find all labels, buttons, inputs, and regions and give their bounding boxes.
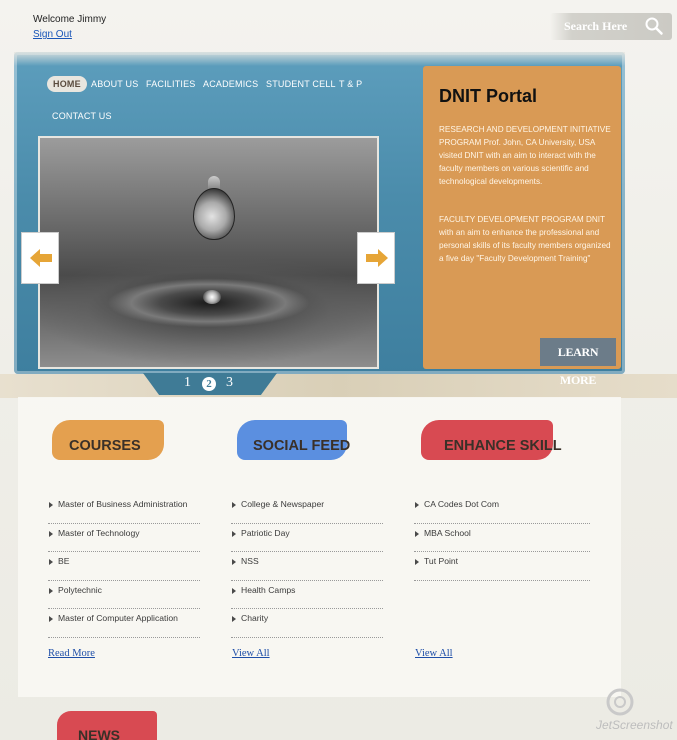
nav-student-cell[interactable]: STUDENT CELL — [266, 79, 336, 89]
slider-image — [38, 136, 379, 369]
learn-more-button[interactable]: LEARN MORE — [540, 338, 616, 387]
welcome-text: Welcome Jimmy — [33, 14, 107, 25]
slider-next-button[interactable] — [357, 232, 395, 284]
portal-paragraph-research: RESEARCH AND DEVELOPMENT INITIATIVE PROG… — [439, 125, 611, 186]
list-item[interactable]: CA Codes Dot Com — [414, 495, 590, 524]
nav-facilities[interactable]: FACILITIES — [146, 79, 196, 89]
list-item[interactable]: BE — [48, 552, 200, 581]
portal-paragraph-faculty: FACULTY DEVELOPMENT PROGRAM DNIT with an… — [439, 215, 611, 263]
courses-list: Master of Business Administration Master… — [48, 495, 200, 638]
enhance-skill-heading: ENHANCE SKILL — [444, 438, 562, 454]
watermark-text: JetScreenshot — [596, 718, 673, 732]
social-view-all-link[interactable]: View All — [232, 648, 270, 659]
slider-prev-button[interactable] — [21, 232, 59, 284]
page: Welcome Jimmy Sign Out HOME ABOUT US FAC… — [0, 0, 677, 740]
nav-home[interactable]: HOME — [47, 76, 87, 92]
news-heading: NEWS — [78, 727, 120, 740]
nav-t-and-p[interactable]: T & P — [339, 79, 362, 89]
social-feed-heading: SOCIAL FEED — [253, 438, 351, 454]
courses-heading: COURSES — [69, 438, 141, 454]
list-item[interactable]: College & Newspaper — [231, 495, 383, 524]
arrow-right-icon — [366, 249, 388, 267]
courses-read-more-link[interactable]: Read More — [48, 648, 95, 659]
list-item[interactable]: Tut Point — [414, 552, 590, 581]
list-item[interactable]: Charity — [231, 609, 383, 638]
sign-out-link[interactable]: Sign Out — [33, 29, 72, 40]
watermark-logo-icon — [606, 688, 634, 716]
pager-item-3[interactable]: 3 — [226, 375, 233, 391]
portal-panel: DNIT Portal RESEARCH AND DEVELOPMENT INI… — [423, 66, 621, 369]
nav-academics[interactable]: ACADEMICS — [203, 79, 258, 89]
pager-item-2-current[interactable]: 2 — [202, 377, 216, 391]
search-input[interactable] — [564, 17, 646, 35]
list-item[interactable]: Health Camps — [231, 581, 383, 609]
water-splash — [203, 290, 221, 304]
list-item[interactable]: MBA School — [414, 524, 590, 552]
search-icon[interactable] — [644, 16, 664, 36]
social-feed-list: College & Newspaper Patriotic Day NSS He… — [231, 495, 383, 638]
slider-pager: 1 2 3 — [143, 373, 277, 395]
arrow-left-icon — [30, 249, 52, 267]
list-item[interactable]: Master of Technology — [48, 524, 200, 552]
list-item[interactable]: Master of Computer Application — [48, 609, 200, 638]
nav-contact-us[interactable]: CONTACT US — [52, 111, 112, 121]
list-item[interactable]: Master of Business Administration — [48, 495, 200, 524]
nav-about-us[interactable]: ABOUT US — [91, 79, 138, 89]
skill-view-all-link[interactable]: View All — [415, 648, 453, 659]
list-item[interactable]: NSS — [231, 552, 383, 581]
portal-title: DNIT Portal — [439, 86, 538, 106]
water-drop — [193, 188, 235, 240]
list-item[interactable]: Polytechnic — [48, 581, 200, 609]
list-item[interactable]: Patriotic Day — [231, 524, 383, 552]
pager-item-1[interactable]: 1 — [184, 375, 191, 391]
search-box[interactable] — [550, 13, 672, 40]
enhance-skill-list: CA Codes Dot Com MBA School Tut Point — [414, 495, 590, 581]
